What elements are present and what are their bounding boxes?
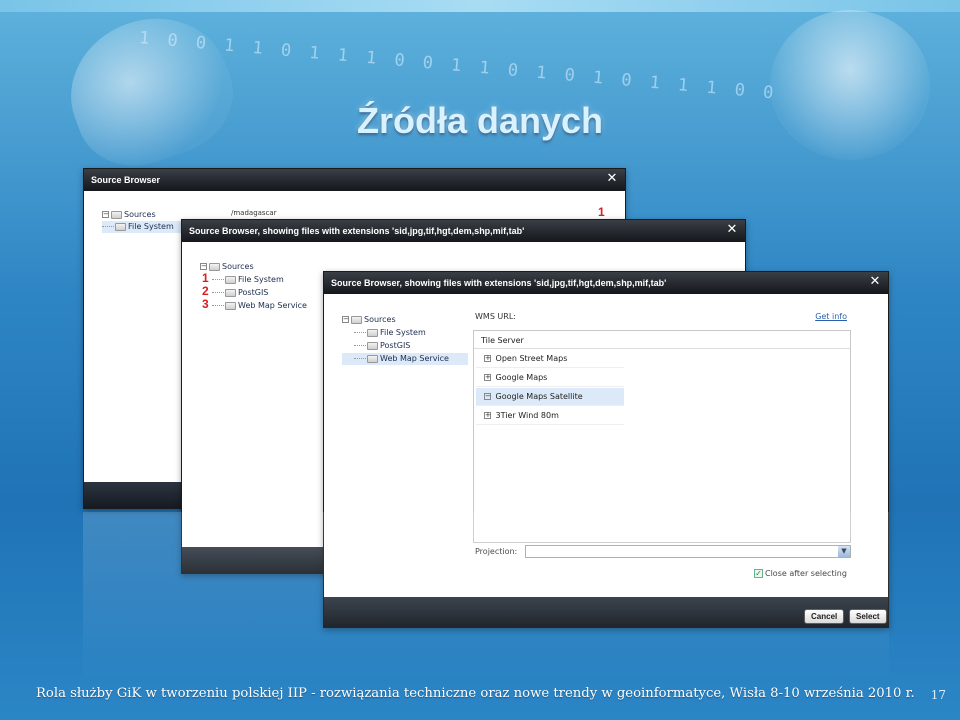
tile-server-header: Tile Server [474,331,850,349]
tree-item-postgis[interactable]: PostGIS [354,340,410,352]
tree-root-sources[interactable]: − Sources [342,314,396,326]
slide-footer: Rola służby GiK w tworzeniu polskiej IIP… [36,686,915,701]
tree-item-web-map-service[interactable]: Web Map Service [342,353,468,365]
folder-icon [367,328,378,337]
folder-icon [115,222,126,231]
tree-item-postgis[interactable]: PostGIS [212,287,268,299]
folder-icon [225,288,236,297]
tile-item-open-street-maps[interactable]: + Open Street Maps [476,350,624,368]
wms-url-label: WMS URL: [475,312,516,321]
close-icon[interactable]: ✕ [868,275,882,289]
folder-icon [111,210,122,219]
close-after-selecting-option[interactable]: ✓ Close after selecting [754,569,847,578]
folder-icon [225,301,236,310]
marker-3: 3 [202,297,209,311]
window-title: Source Browser [84,169,625,191]
tree-item-file-system[interactable]: File System [102,221,192,233]
get-info-link[interactable]: Get info [815,312,847,321]
folder-icon [367,354,378,363]
folder-icon [367,341,378,350]
current-path: /madagascar [231,209,277,217]
collapse-icon[interactable]: − [200,263,207,270]
folder-icon [209,262,220,271]
projection-label: Projection: [475,547,518,556]
tree-item-file-system[interactable]: File System [354,327,426,339]
cancel-button[interactable]: Cancel [804,609,845,624]
tree-item-file-system[interactable]: File System [212,274,284,286]
window-title: Source Browser, showing files with exten… [324,272,888,294]
close-icon[interactable]: ✕ [605,172,619,186]
slide-title: Źródła danych [356,100,604,141]
checkbox-checked-icon[interactable]: ✓ [754,569,763,578]
marker-2: 2 [202,284,209,298]
binary-decoration: 1 0 0 1 1 0 1 1 1 0 0 1 1 0 1 0 1 0 1 1 … [138,28,778,136]
top-band [0,0,960,12]
collapse-icon[interactable]: − [102,211,109,218]
tile-item-3tier-wind[interactable]: + 3Tier Wind 80m [476,407,624,425]
marker-1: 1 [202,271,209,285]
chevron-down-icon[interactable]: ▼ [838,546,850,557]
expand-icon[interactable]: + [484,355,491,362]
marker-1: 1 [598,205,605,219]
collapse-icon[interactable]: − [484,393,491,400]
expand-icon[interactable]: + [484,412,491,419]
page-number: 17 [930,688,946,702]
select-button[interactable]: Select [849,609,887,624]
tile-server-panel: Tile Server + Open Street Maps + Google … [473,330,851,543]
tree-root-sources[interactable]: − Sources [102,209,156,221]
close-icon[interactable]: ✕ [725,223,739,237]
collapse-icon[interactable]: − [342,316,349,323]
tree-item-web-map-service[interactable]: Web Map Service [212,300,307,312]
source-browser-window-3: Source Browser, showing files with exten… [323,271,889,628]
tile-item-google-maps[interactable]: + Google Maps [476,369,624,387]
tile-item-google-maps-satellite[interactable]: − Google Maps Satellite [476,388,624,406]
folder-icon [225,275,236,284]
expand-icon[interactable]: + [484,374,491,381]
window-title: Source Browser, showing files with exten… [182,220,745,242]
folder-icon [351,315,362,324]
projection-select[interactable]: ▼ [525,545,851,558]
